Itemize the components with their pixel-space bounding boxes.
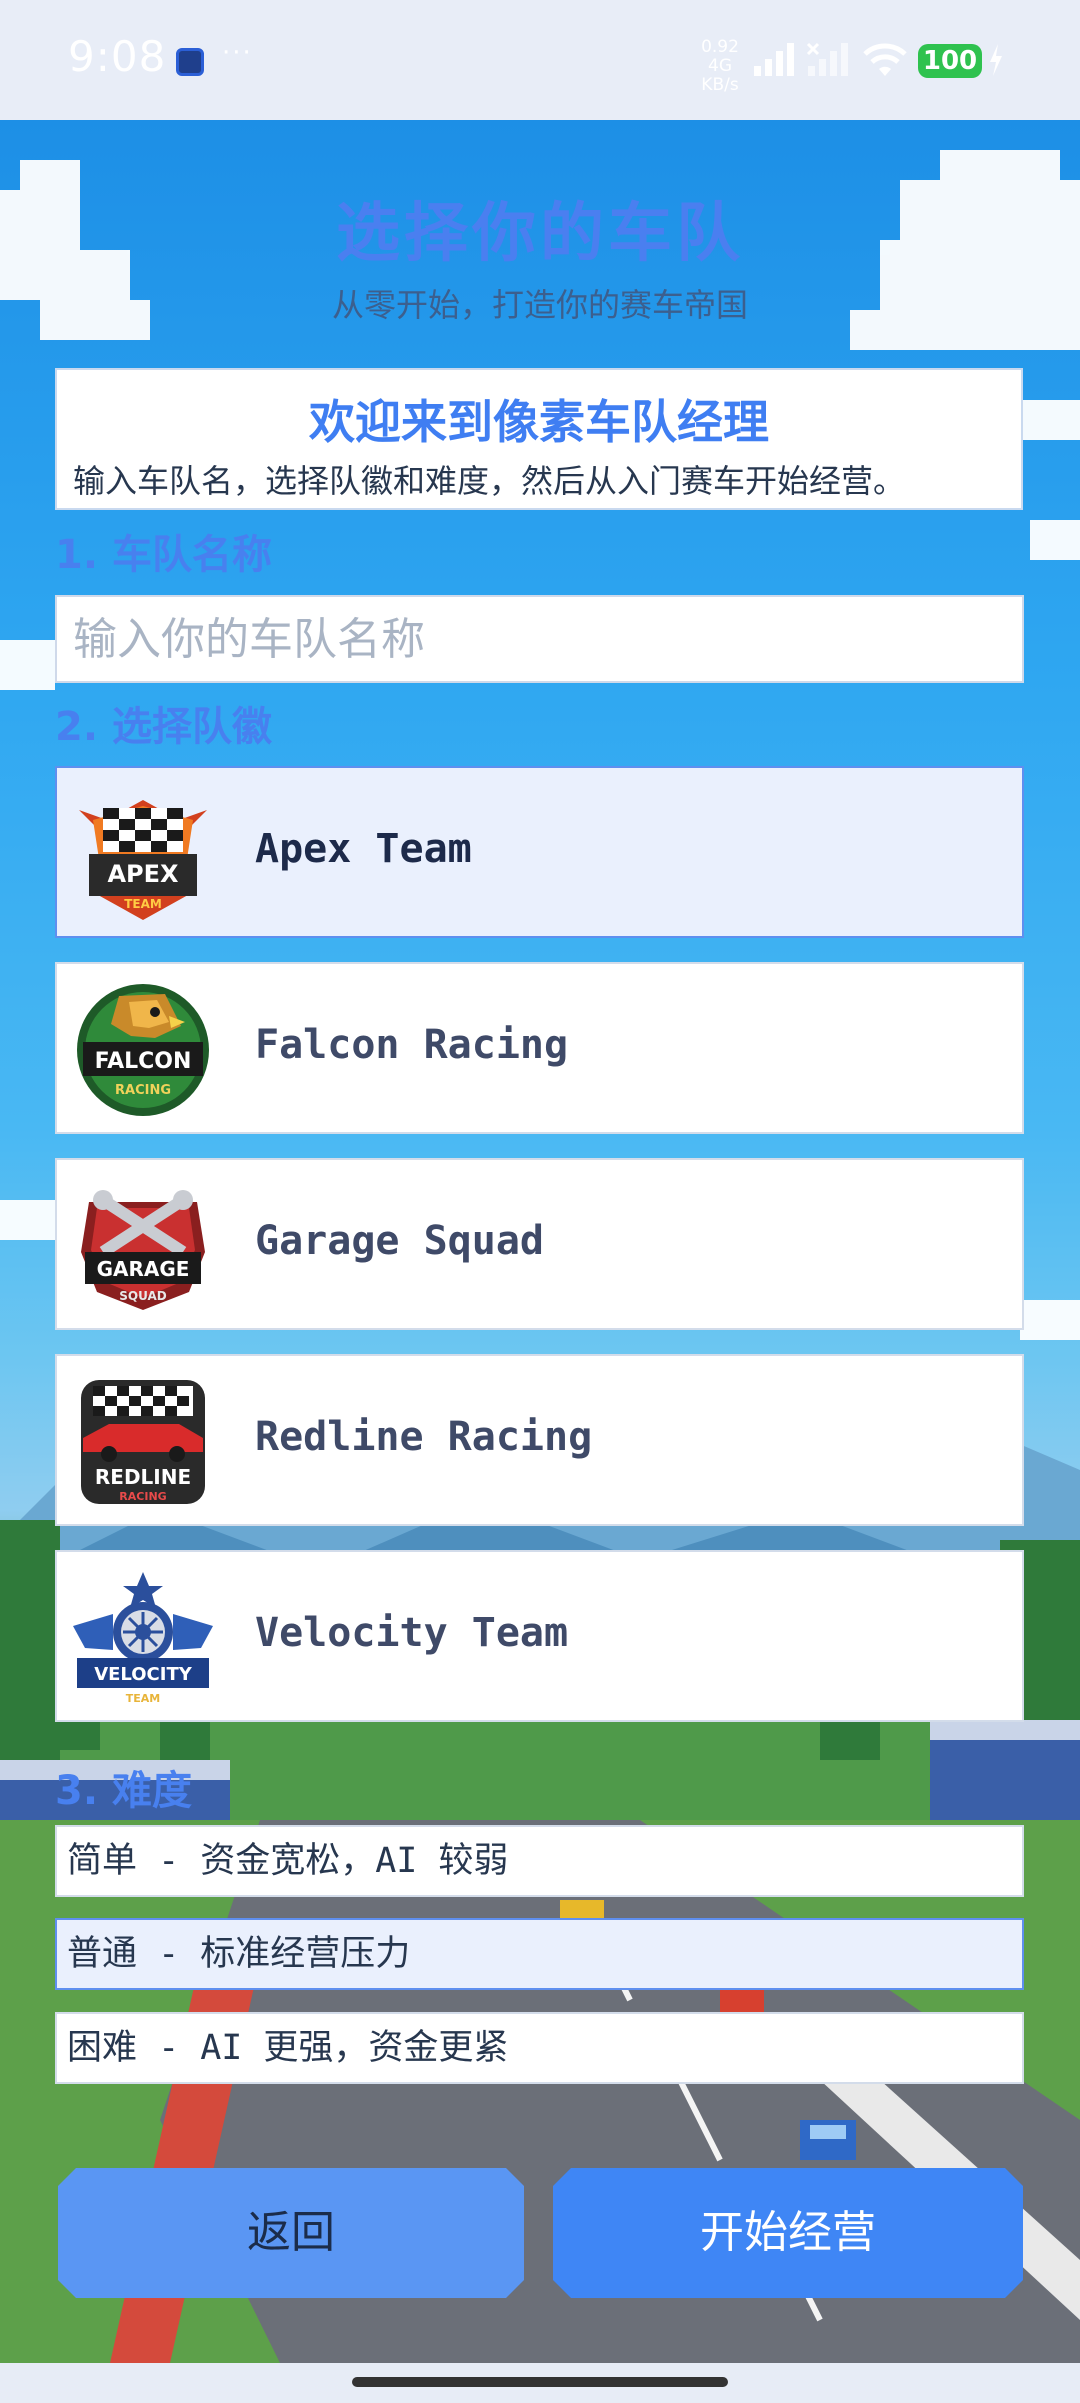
difficulty-option-easy[interactable]: 简单 - 资金宽松，AI 较弱 <box>55 1825 1024 1897</box>
falcon-logo-icon: FALCON RACING <box>77 984 209 1116</box>
team-name-falcon: Falcon Racing <box>255 1022 569 1068</box>
team-name-apex: Apex Team <box>255 826 472 872</box>
welcome-title: 欢迎来到像素车队经理 <box>309 395 769 449</box>
team-option-velocity[interactable]: VELOCITY TEAM Velocity Team <box>55 1550 1024 1722</box>
team-option-redline[interactable]: REDLINE RACING Redline Racing <box>55 1354 1024 1526</box>
section-label-emblem: 2. 选择队徽 <box>55 704 272 750</box>
falcon-logo-sub: RACING <box>115 1083 171 1098</box>
network-speed-value: 0.92 4G <box>701 37 739 76</box>
status-bar: 9:08 ··· 0.92 4G KB/s 100 <box>0 0 1080 120</box>
redline-logo-sub: RACING <box>119 1490 166 1503</box>
velocity-logo-text: VELOCITY <box>94 1664 193 1685</box>
redline-logo-text: REDLINE <box>95 1465 191 1489</box>
garage-logo-text: GARAGE <box>97 1257 190 1281</box>
team-option-falcon[interactable]: FALCON RACING Falcon Racing <box>55 962 1024 1134</box>
redline-logo-icon: REDLINE RACING <box>81 1380 205 1504</box>
app-notification-icon <box>176 48 204 76</box>
network-speed-unit: KB/s <box>701 75 739 95</box>
back-button[interactable]: 返回 <box>58 2168 524 2298</box>
charging-icon <box>990 44 1002 76</box>
signal-icon <box>754 43 794 76</box>
team-name-garage: Garage Squad <box>255 1218 544 1264</box>
welcome-card: 欢迎来到像素车队经理 输入车队名，选择队徽和难度，然后从入门赛车开始经营。 <box>55 368 1023 510</box>
game-screen: 选择你的车队 从零开始，打造你的赛车帝国 欢迎来到像素车队经理 输入车队名，选择… <box>0 120 1080 2363</box>
navigation-bar <box>0 2363 1080 2403</box>
welcome-text: 输入车队名，选择队徽和难度，然后从入门赛车开始经营。 <box>73 462 906 500</box>
battery-icon: 100 <box>918 44 982 78</box>
signal-no-service-icon <box>806 42 848 76</box>
status-time: 9:08 <box>68 32 167 81</box>
section-label-team-name: 1. 车队名称 <box>55 532 272 578</box>
falcon-logo-text: FALCON <box>95 1049 192 1074</box>
team-name-redline: Redline Racing <box>255 1414 593 1460</box>
apex-logo-sub: TEAM <box>124 897 162 911</box>
home-gesture-handle[interactable] <box>352 2377 728 2387</box>
apex-logo-icon: APEX TEAM <box>79 800 207 920</box>
page-subtitle: 从零开始，打造你的赛车帝国 <box>331 286 748 324</box>
apex-logo-text: APEX <box>107 860 179 888</box>
more-notifications-icon: ··· <box>222 38 253 68</box>
team-option-apex[interactable]: APEX TEAM Apex Team <box>55 766 1024 938</box>
start-management-button[interactable]: 开始经营 <box>553 2168 1023 2298</box>
section-label-difficulty: 3. 难度 <box>55 1768 192 1814</box>
wifi-icon <box>863 43 907 76</box>
velocity-logo-icon: VELOCITY TEAM <box>73 1572 213 1705</box>
velocity-logo-sub: TEAM <box>126 1692 160 1705</box>
garage-logo-sub: SQUAD <box>119 1289 167 1303</box>
network-speed: 0.92 4G KB/s <box>690 38 750 95</box>
difficulty-option-hard[interactable]: 困难 - AI 更强，资金更紧 <box>55 2012 1024 2084</box>
page-title: 选择你的车队 <box>336 197 744 271</box>
garage-logo-icon: GARAGE SQUAD <box>81 1190 205 1310</box>
team-name-input[interactable] <box>55 595 1024 683</box>
team-option-garage[interactable]: GARAGE SQUAD Garage Squad <box>55 1158 1024 1330</box>
difficulty-option-normal[interactable]: 普通 - 标准经营压力 <box>55 1918 1024 1990</box>
team-name-velocity: Velocity Team <box>255 1610 569 1656</box>
